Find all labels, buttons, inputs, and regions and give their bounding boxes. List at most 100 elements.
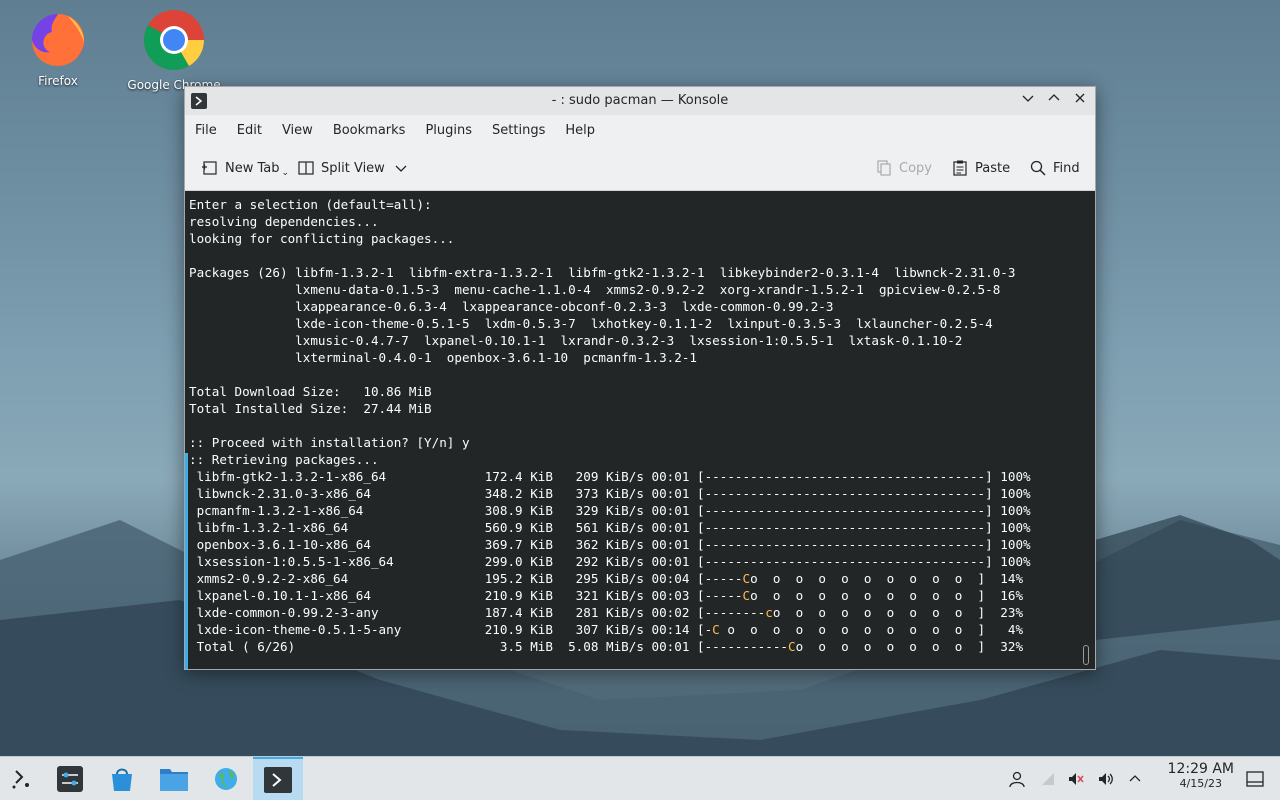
network-icon	[1042, 773, 1054, 785]
terminal-line: pcmanfm-1.3.2-1-x86_64 308.9 KiB 329 KiB…	[189, 503, 1031, 518]
progress-text: Total ( 6/26) 3.5 MiB 5.08 MiB/s 00:01 […	[189, 639, 788, 654]
progress-line: lxpanel-0.10.1-1-x86_64 210.9 KiB 321 Ki…	[189, 587, 1095, 604]
terminal-focus-edge	[185, 453, 188, 669]
globe-icon	[215, 768, 237, 790]
taskbar: 12:29 AM 4/15/23	[0, 756, 1280, 800]
new-tab-label: New Tab	[225, 160, 280, 176]
terminal-line: :: Retrieving packages...	[189, 452, 379, 467]
digital-clock[interactable]: 12:29 AM 4/15/23	[1168, 761, 1234, 790]
application-launcher[interactable]	[4, 757, 40, 800]
terminal-line: libfm-gtk2-1.3.2-1-x86_64 172.4 KiB 209 …	[189, 469, 1031, 484]
split-view-button[interactable]: Split View	[297, 145, 413, 191]
speaker-muted-icon	[1069, 773, 1084, 785]
progress-line: xmms2-0.9.2-2-x86_64 195.2 KiB 295 KiB/s…	[189, 570, 1095, 587]
progress-text: o o o o o o o o o o o ] 4%	[719, 622, 1024, 637]
terminal-line: Total Installed Size: 27.44 MiB	[189, 401, 432, 416]
menu-file[interactable]: File	[195, 123, 217, 138]
chevron-down-icon	[1022, 95, 1034, 102]
progress-text: lxde-icon-theme-0.5.1-5-any 210.9 KiB 30…	[189, 622, 713, 637]
title-bar[interactable]: - : sudo pacman — Konsole	[185, 87, 1095, 115]
minimize-button[interactable]	[1019, 92, 1037, 110]
progress-line: Total ( 6/26) 3.5 MiB 5.08 MiB/s 00:01 […	[189, 638, 1095, 655]
terminal-line: resolving dependencies...	[189, 214, 379, 229]
close-icon	[1075, 93, 1085, 103]
progress-text: o o o o o o o o o ] 23%	[772, 605, 1024, 620]
progress-text: lxde-common-0.99.2-3-any 187.4 KiB 281 K…	[189, 605, 766, 620]
clock-date: 4/15/23	[1179, 777, 1222, 790]
volume-icon	[1099, 773, 1113, 785]
terminal-line: looking for conflicting packages...	[189, 231, 455, 246]
tray-user[interactable]	[1004, 757, 1030, 800]
scrollbar-handle[interactable]	[1083, 645, 1089, 665]
close-button[interactable]	[1071, 92, 1089, 110]
copy-label: Copy	[899, 160, 932, 176]
new-tab-button[interactable]: New Tab ⌄	[201, 145, 289, 191]
user-icon	[1009, 771, 1025, 788]
find-button[interactable]: Find	[1029, 145, 1080, 191]
copy-icon	[877, 160, 891, 176]
chrome-icon	[143, 10, 204, 71]
menu-bookmarks[interactable]: Bookmarks	[333, 123, 406, 138]
window-title: - : sudo pacman — Konsole	[551, 93, 729, 108]
search-icon	[1030, 160, 1046, 176]
terminal-line: lxde-icon-theme-0.5.1-5 lxdm-0.5.3-7 lxh…	[189, 316, 993, 331]
progress-text: xmms2-0.9.2-2-x86_64 195.2 KiB 295 KiB/s…	[189, 571, 743, 586]
menu-edit[interactable]: Edit	[237, 123, 262, 138]
tray-volume[interactable]	[1094, 757, 1118, 800]
progress-text: o o o o o o o o ] 32%	[795, 639, 1024, 654]
show-desktop-icon	[1246, 771, 1264, 787]
terminal-line: Total Download Size: 10.86 MiB	[189, 384, 432, 399]
maximize-button[interactable]	[1045, 92, 1063, 110]
chevron-up-icon	[1048, 94, 1060, 101]
terminal-line: lxmenu-data-0.1.5-3 menu-cache-1.1.0-4 x…	[189, 282, 1001, 297]
new-tab-icon	[202, 161, 217, 175]
show-desktop-button[interactable]	[1242, 757, 1268, 800]
taskbar-system-settings[interactable]	[50, 757, 90, 800]
desktop-icon-firefox[interactable]: Firefox	[8, 8, 108, 88]
terminal-output[interactable]: Enter a selection (default=all): resolvi…	[185, 191, 1095, 669]
konsole-window: - : sudo pacman — Konsole File Edit View…	[184, 86, 1096, 670]
terminal-line: Enter a selection (default=all):	[189, 197, 432, 212]
pacman-marker: C	[742, 588, 751, 603]
tray-microphone-muted[interactable]	[1064, 757, 1088, 800]
split-view-icon	[298, 161, 314, 175]
taskbar-browser[interactable]	[206, 757, 246, 800]
chevron-up-icon	[1129, 775, 1141, 782]
pacman-marker: C	[742, 571, 751, 586]
terminal-line: libwnck-2.31.0-3-x86_64 348.2 KiB 373 Ki…	[189, 486, 1031, 501]
pacman-marker: C	[787, 639, 796, 654]
settings-icon	[57, 766, 83, 792]
menu-plugins[interactable]: Plugins	[425, 123, 472, 138]
folder-icon	[160, 769, 188, 791]
tray-expand[interactable]	[1124, 757, 1146, 800]
progress-text: o o o o o o o o o o ] 14%	[750, 571, 1024, 586]
desktop-icon-chrome[interactable]: Google Chrome	[124, 8, 224, 92]
terminal-line: libfm-1.3.2-1-x86_64 560.9 KiB 561 KiB/s…	[189, 520, 1031, 535]
menu-help[interactable]: Help	[565, 123, 595, 138]
terminal-line: Packages (26) libfm-1.3.2-1 libfm-extra-…	[189, 265, 1016, 280]
menu-view[interactable]: View	[282, 123, 313, 138]
konsole-icon	[264, 767, 292, 793]
pacman-marker: C	[712, 622, 720, 637]
progress-text: o o o o o o o o o o ] 16%	[750, 588, 1024, 603]
chevron-down-icon: ⌄	[281, 168, 290, 178]
chevron-down-icon	[395, 165, 407, 172]
paste-button[interactable]: Paste	[951, 145, 1010, 191]
steam-deck-launcher-icon	[12, 770, 29, 789]
toolbar: New Tab ⌄ Split View Copy Paste Find	[185, 145, 1095, 191]
taskbar-konsole[interactable]	[253, 757, 303, 800]
taskbar-dolphin[interactable]	[154, 757, 194, 800]
terminal-line: :: Proceed with installation? [Y/n] y	[189, 435, 470, 450]
copy-button[interactable]: Copy	[875, 145, 932, 191]
taskbar-discover[interactable]	[102, 757, 142, 800]
terminal-line: lxterminal-0.4.0-1 openbox-3.6.1-10 pcma…	[189, 350, 697, 365]
clock-time: 12:29 AM	[1167, 761, 1234, 777]
menu-settings[interactable]: Settings	[492, 123, 545, 138]
terminal-line: lxappearance-0.6.3-4 lxappearance-obconf…	[189, 299, 834, 314]
terminal-line: openbox-3.6.1-10-x86_64 369.7 KiB 362 Ki…	[189, 537, 1031, 552]
desktop-icon-label: Firefox	[38, 74, 78, 88]
tray-network[interactable]	[1036, 757, 1060, 800]
